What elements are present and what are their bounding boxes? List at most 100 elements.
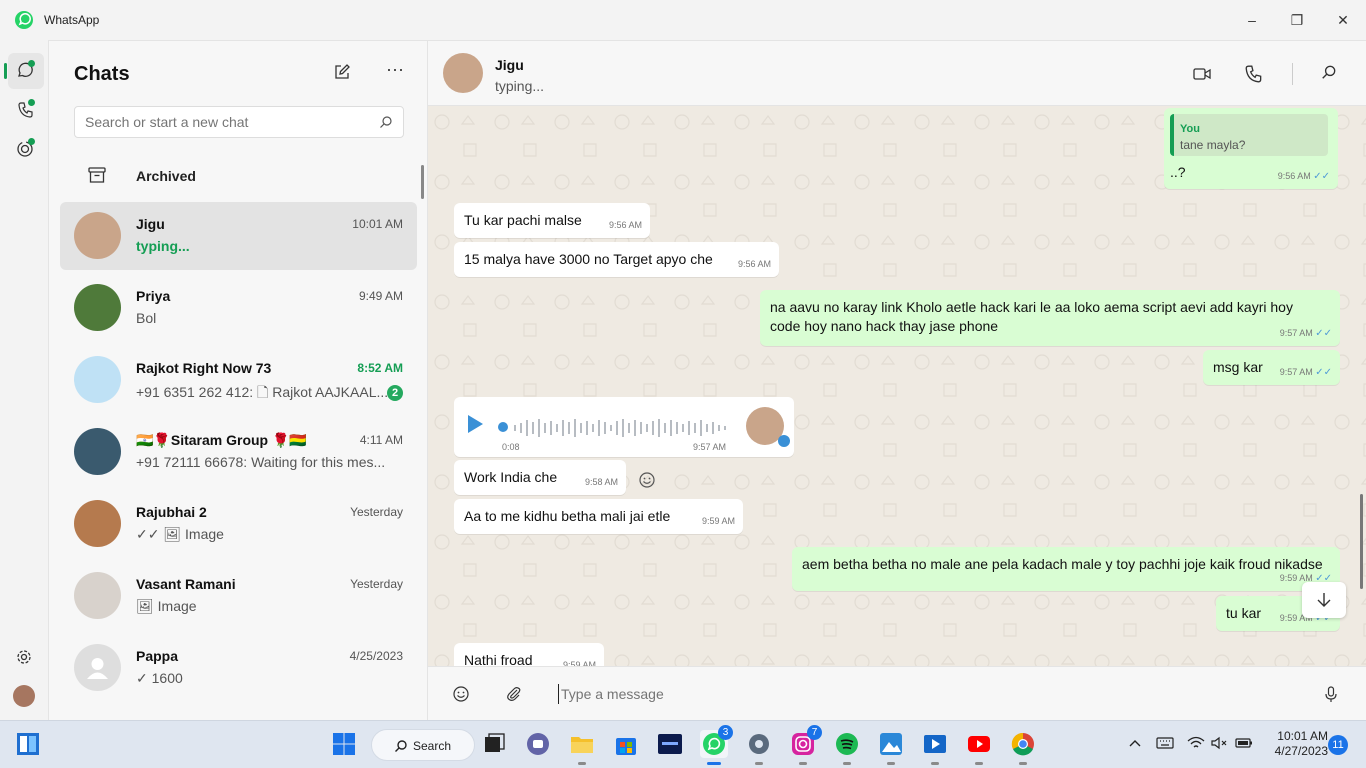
taskbar-search-button[interactable]: Search: [371, 729, 475, 761]
message-input[interactable]: [558, 684, 1258, 704]
message-in[interactable]: Tu kar pachi malse 9:56 AM: [454, 203, 650, 238]
composer-bar: [428, 666, 1366, 720]
rail-status-button[interactable]: [8, 131, 44, 167]
chat-name: Priya: [136, 288, 171, 304]
rail-calls-button[interactable]: [8, 92, 44, 128]
conversation-header: Jigu typing...: [428, 40, 1366, 106]
instagram-button[interactable]: 7: [789, 725, 822, 765]
chrome-button[interactable]: [1009, 730, 1037, 765]
message-text: msg kar: [1213, 359, 1263, 375]
video-call-button[interactable]: [1192, 64, 1212, 84]
react-button[interactable]: [638, 471, 656, 489]
message-text: Work India che: [464, 469, 558, 485]
whatsapp-taskbar-button[interactable]: 3: [700, 725, 733, 765]
chat-row-jigu[interactable]: Jigu 10:01 AM typing...: [60, 202, 417, 270]
arrow-down-icon: [1317, 593, 1331, 607]
chat-row-pappa[interactable]: Pappa 4/25/2023 ✓ 1600: [60, 634, 417, 702]
default-avatar-icon: [74, 644, 121, 691]
chat-row-rajubhai[interactable]: Rajubhai 2 Yesterday ✓✓ 🖼 Image: [60, 490, 417, 558]
settings-button[interactable]: [15, 648, 33, 666]
file-explorer-button[interactable]: [568, 730, 596, 765]
voice-message[interactable]: 0:08 9:57 AM: [454, 397, 794, 457]
new-chat-button[interactable]: [333, 63, 353, 83]
chats-status-dot: [28, 60, 35, 67]
chat-row-vasant-ramani[interactable]: Vasant Ramani Yesterday 🖼 Image: [60, 562, 417, 630]
message-out[interactable]: na aavu no karay link Kholo aetle hack k…: [760, 290, 1340, 346]
widgets-icon: [17, 733, 39, 755]
battery-button[interactable]: [1235, 736, 1253, 754]
message-in[interactable]: Aa to me kidhu betha mali jai etle 9:59 …: [454, 499, 743, 534]
media-player-button[interactable]: [921, 730, 949, 765]
show-hidden-icons-button[interactable]: [1128, 736, 1142, 754]
store-icon: [616, 738, 636, 755]
chat-row-rajkot-right-now[interactable]: Rajkot Right Now 73 8:52 AM +91 6351 262…: [60, 346, 417, 414]
close-button[interactable]: ✕: [1331, 8, 1355, 32]
maximize-button[interactable]: ❐: [1285, 8, 1309, 32]
mic-icon: [778, 435, 790, 447]
message-in[interactable]: Nathi froad 9:59 AM: [454, 643, 604, 666]
chat-list-scrollbar[interactable]: [421, 165, 424, 199]
message-out-quoted[interactable]: You tane mayla? ..? 9:56 AM ✓✓: [1164, 108, 1338, 189]
status-dot: [28, 138, 35, 145]
youtube-icon: [968, 736, 990, 752]
scroll-to-bottom-button[interactable]: [1302, 582, 1346, 618]
contact-avatar[interactable]: [443, 53, 483, 93]
profile-avatar[interactable]: [13, 685, 35, 707]
chat-row-priya[interactable]: Priya 9:49 AM Bol: [60, 274, 417, 342]
chat-name: Rajubhai 2: [136, 504, 207, 520]
rail-chats-button[interactable]: [4, 53, 44, 89]
volume-button[interactable]: [1211, 736, 1229, 754]
voice-progress-knob[interactable]: [498, 422, 508, 432]
spotify-button[interactable]: [833, 730, 861, 765]
chat-preview: Bol: [136, 310, 157, 326]
wifi-button[interactable]: [1187, 736, 1205, 754]
avatar: [74, 428, 121, 475]
task-view-button[interactable]: [480, 730, 508, 758]
store-button[interactable]: [612, 730, 640, 758]
widgets-button[interactable]: [14, 730, 42, 758]
youtube-button[interactable]: [965, 730, 993, 765]
message-in[interactable]: Work India che 9:58 AM: [454, 460, 626, 495]
message-in[interactable]: 15 malya have 3000 no Target apyo che 9:…: [454, 242, 779, 277]
play-icon[interactable]: [468, 415, 483, 433]
message-text: ..?: [1170, 164, 1186, 180]
read-ticks-icon: ✓✓: [1315, 367, 1332, 378]
teams-chat-button[interactable]: [524, 730, 552, 758]
contact-name[interactable]: Jigu: [495, 57, 524, 73]
more-options-button[interactable]: ···: [385, 60, 405, 81]
chat-time: 9:49 AM: [358, 289, 403, 303]
search-conversation-button[interactable]: [1321, 64, 1341, 84]
archived-row[interactable]: Archived: [60, 153, 417, 197]
message-out[interactable]: msg kar 9:57 AM ✓✓: [1203, 350, 1340, 385]
message-text: Tu kar pachi malse: [464, 212, 582, 228]
message-scrollbar[interactable]: [1360, 494, 1363, 589]
emoji-button[interactable]: [452, 685, 472, 705]
voice-record-button[interactable]: [1322, 685, 1342, 705]
gear-icon: [749, 734, 769, 754]
message-text: tu kar: [1226, 605, 1262, 621]
emoji-icon: [639, 472, 655, 488]
keyboard-button[interactable]: [1156, 736, 1174, 754]
start-button[interactable]: [330, 730, 358, 758]
header-divider: [1292, 63, 1293, 85]
photos-button[interactable]: [877, 730, 905, 765]
media-player-icon: [924, 735, 946, 753]
minimize-button[interactable]: –: [1240, 8, 1264, 32]
taskbar-clock[interactable]: 10:01 AM 4/27/2023: [1268, 729, 1328, 759]
message-text: 15 malya have 3000 no Target apyo che: [464, 251, 713, 267]
quoted-message[interactable]: You tane mayla?: [1170, 114, 1328, 156]
chat-row-sitaram-group[interactable]: 🇮🇳🌹Sitaram Group 🌹🇧🇴 4:11 AM +91 72111 6…: [60, 418, 417, 486]
message-out[interactable]: aem betha betha no male ane pela kadach …: [792, 547, 1340, 591]
search-input[interactable]: [85, 113, 365, 131]
settings-taskbar-button[interactable]: [745, 730, 773, 765]
voice-call-button[interactable]: [1244, 64, 1264, 84]
message-text: na aavu no karay link Kholo aetle hack k…: [770, 299, 1293, 334]
message-text: aem betha betha no male ane pela kadach …: [802, 556, 1323, 572]
notification-center-badge[interactable]: 11: [1328, 735, 1348, 755]
message-text: Aa to me kidhu betha mali jai etle: [464, 508, 671, 524]
attach-button[interactable]: [505, 685, 525, 705]
disney-plus-button[interactable]: [656, 730, 684, 758]
chat-preview: +91 6351 262 412: 🗋 Rajkot AAJKAAL...: [136, 384, 389, 400]
search-icon: [395, 740, 407, 752]
volume-muted-icon: [1211, 736, 1227, 750]
